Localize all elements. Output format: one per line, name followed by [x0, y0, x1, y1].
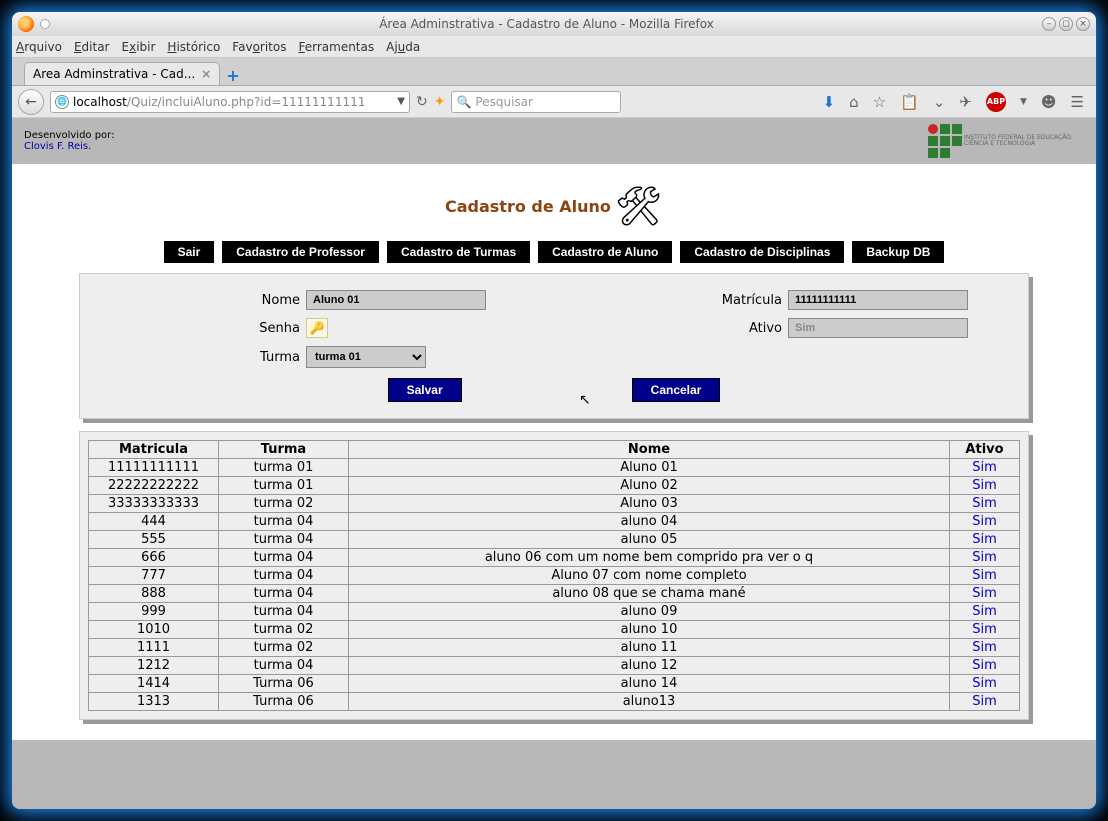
menu-exibir[interactable]: Exibir [122, 40, 156, 54]
browser-tab-active[interactable]: Area Adminstrativa - Cad... × [24, 62, 220, 85]
page-heading: Cadastro de Aluno 🛠 [12, 184, 1096, 229]
label-ativo: Ativo [712, 321, 782, 336]
browser-tabs: Area Adminstrativa - Cad... × + [12, 58, 1096, 86]
bookmark-star-icon[interactable]: ✦ [434, 94, 446, 110]
aluno-table: MatriculaTurmaNomeAtivo 11111111111turma… [88, 440, 1020, 711]
dev-label: Desenvolvido por: [24, 130, 114, 141]
maximize-button[interactable]: ◻ [1059, 17, 1073, 31]
browser-menubar: Arquivo Editar Exibir Histórico Favorito… [12, 36, 1096, 58]
table-row[interactable]: 1212turma 04aluno 12Sim [89, 657, 1020, 675]
page-viewport: Desenvolvido por: Clovis F. Reis. INSTIT… [12, 118, 1096, 809]
titlebar-dot[interactable] [40, 19, 50, 29]
download-icon[interactable]: ⬇ [823, 93, 836, 111]
hamburger-icon[interactable]: ☰ [1071, 93, 1084, 111]
menu-arquivo[interactable]: Arquivo [16, 40, 62, 54]
topnav-cadastro-de-disciplinas[interactable]: Cadastro de Disciplinas [680, 241, 844, 263]
form-panel: Nome Matrícula Senha 🔑 Ativo [79, 273, 1029, 419]
face-icon[interactable]: ☻ [1041, 93, 1057, 111]
dropdown-icon[interactable]: ▼ [1020, 97, 1027, 107]
minimize-button[interactable]: – [1042, 17, 1056, 31]
table-row[interactable]: 11111111111turma 01Aluno 01Sim [89, 459, 1020, 477]
label-nome: Nome [230, 293, 300, 308]
url-dropdown-icon[interactable]: ▼ [397, 96, 405, 107]
heading-text: Cadastro de Aluno [445, 197, 611, 216]
ifc-logo: INSTITUTO FEDERAL DE EDUCAÇÃO, CIÊNCIA E… [928, 124, 1084, 158]
label-matricula: Matrícula [712, 293, 782, 308]
topnav-backup-db[interactable]: Backup DB [852, 241, 944, 263]
window-title: Área Adminstrativa - Cadastro de Aluno -… [54, 17, 1039, 31]
label-turma: Turma [230, 350, 300, 365]
url-host: localhost [73, 95, 127, 109]
firefox-icon [18, 16, 34, 32]
url-bar[interactable]: 🌐 localhost/Quiz/incluiAluno.php?id=1111… [50, 91, 410, 113]
tools-icon: 🛠 [615, 184, 663, 228]
table-row[interactable]: 888turma 04aluno 08 que se chama manéSim [89, 585, 1020, 603]
col-turma: Turma [219, 441, 349, 459]
password-key-icon[interactable]: 🔑 [306, 318, 328, 338]
topnav-cadastro-de-turmas[interactable]: Cadastro de Turmas [387, 241, 530, 263]
table-row[interactable]: 777turma 04Aluno 07 com nome completoSim [89, 567, 1020, 585]
close-button[interactable]: × [1076, 17, 1090, 31]
search-box[interactable]: 🔍 Pesquisar [451, 91, 621, 113]
dev-bar: Desenvolvido por: Clovis F. Reis. INSTIT… [12, 118, 1096, 164]
table-row[interactable]: 33333333333turma 02Aluno 03Sim [89, 495, 1020, 513]
col-nome: Nome [349, 441, 950, 459]
url-path: /Quiz/incluiAluno.php?id=11111111111 [127, 95, 365, 109]
table-row[interactable]: 1313Turma 06aluno13Sim [89, 693, 1020, 711]
search-icon: 🔍 [456, 95, 471, 109]
browser-navbar: ← 🌐 localhost/Quiz/incluiAluno.php?id=11… [12, 86, 1096, 118]
window-titlebar: Área Adminstrativa - Cadastro de Aluno -… [12, 12, 1096, 36]
input-matricula[interactable] [788, 290, 968, 310]
new-tab-button[interactable]: + [226, 66, 239, 85]
back-button[interactable]: ← [18, 89, 44, 115]
menu-favoritos[interactable]: Favoritos [232, 40, 286, 54]
save-button[interactable]: Salvar [388, 378, 462, 402]
label-senha: Senha [230, 321, 300, 336]
menu-editar[interactable]: Editar [74, 40, 110, 54]
col-ativo: Ativo [950, 441, 1020, 459]
tab-close-icon[interactable]: × [201, 67, 211, 81]
tab-label: Area Adminstrativa - Cad... [33, 67, 195, 81]
table-row[interactable]: 999turma 04aluno 09Sim [89, 603, 1020, 621]
table-row[interactable]: 22222222222turma 01Aluno 02Sim [89, 477, 1020, 495]
abp-icon[interactable]: ABP [986, 92, 1006, 112]
menu-ferramentas[interactable]: Ferramentas [298, 40, 374, 54]
top-nav: Sair Cadastro de Professor Cadastro de Tur… [12, 241, 1096, 263]
pocket-icon[interactable]: ⌄ [933, 93, 946, 111]
clipboard-icon[interactable]: 📋 [900, 93, 919, 111]
col-matricula: Matricula [89, 441, 219, 459]
table-row[interactable]: 444turma 04aluno 04Sim [89, 513, 1020, 531]
menu-ajuda[interactable]: Ajuda [386, 40, 420, 54]
table-row[interactable]: 666turma 04aluno 06 com um nome bem comp… [89, 549, 1020, 567]
table-row[interactable]: 555turma 04aluno 05Sim [89, 531, 1020, 549]
menu-historico[interactable]: Histórico [167, 40, 220, 54]
topnav-cadastro-de-aluno[interactable]: Cadastro de Aluno [538, 241, 672, 263]
home-icon[interactable]: ⌂ [849, 93, 859, 111]
globe-icon: 🌐 [55, 95, 69, 109]
table-row[interactable]: 1010turma 02aluno 10Sim [89, 621, 1020, 639]
select-turma[interactable]: turma 01 [306, 346, 426, 368]
star-icon[interactable]: ☆ [873, 93, 886, 111]
cancel-button[interactable]: Cancelar [632, 378, 721, 402]
table-row[interactable]: 1111turma 02aluno 11Sim [89, 639, 1020, 657]
reload-button[interactable]: ↻ [416, 94, 428, 110]
send-icon[interactable]: ✈ [959, 93, 972, 111]
topnav-cadastro-de-professor[interactable]: Cadastro de Professor [222, 241, 379, 263]
search-placeholder: Pesquisar [475, 95, 533, 109]
input-ativo [788, 318, 968, 338]
topnav-sair[interactable]: Sair [164, 241, 215, 263]
dev-author-link[interactable]: Clovis F. Reis. [24, 141, 91, 152]
input-nome[interactable] [306, 290, 486, 310]
table-row[interactable]: 1414Turma 06aluno 14Sim [89, 675, 1020, 693]
table-panel: MatriculaTurmaNomeAtivo 11111111111turma… [79, 431, 1029, 720]
